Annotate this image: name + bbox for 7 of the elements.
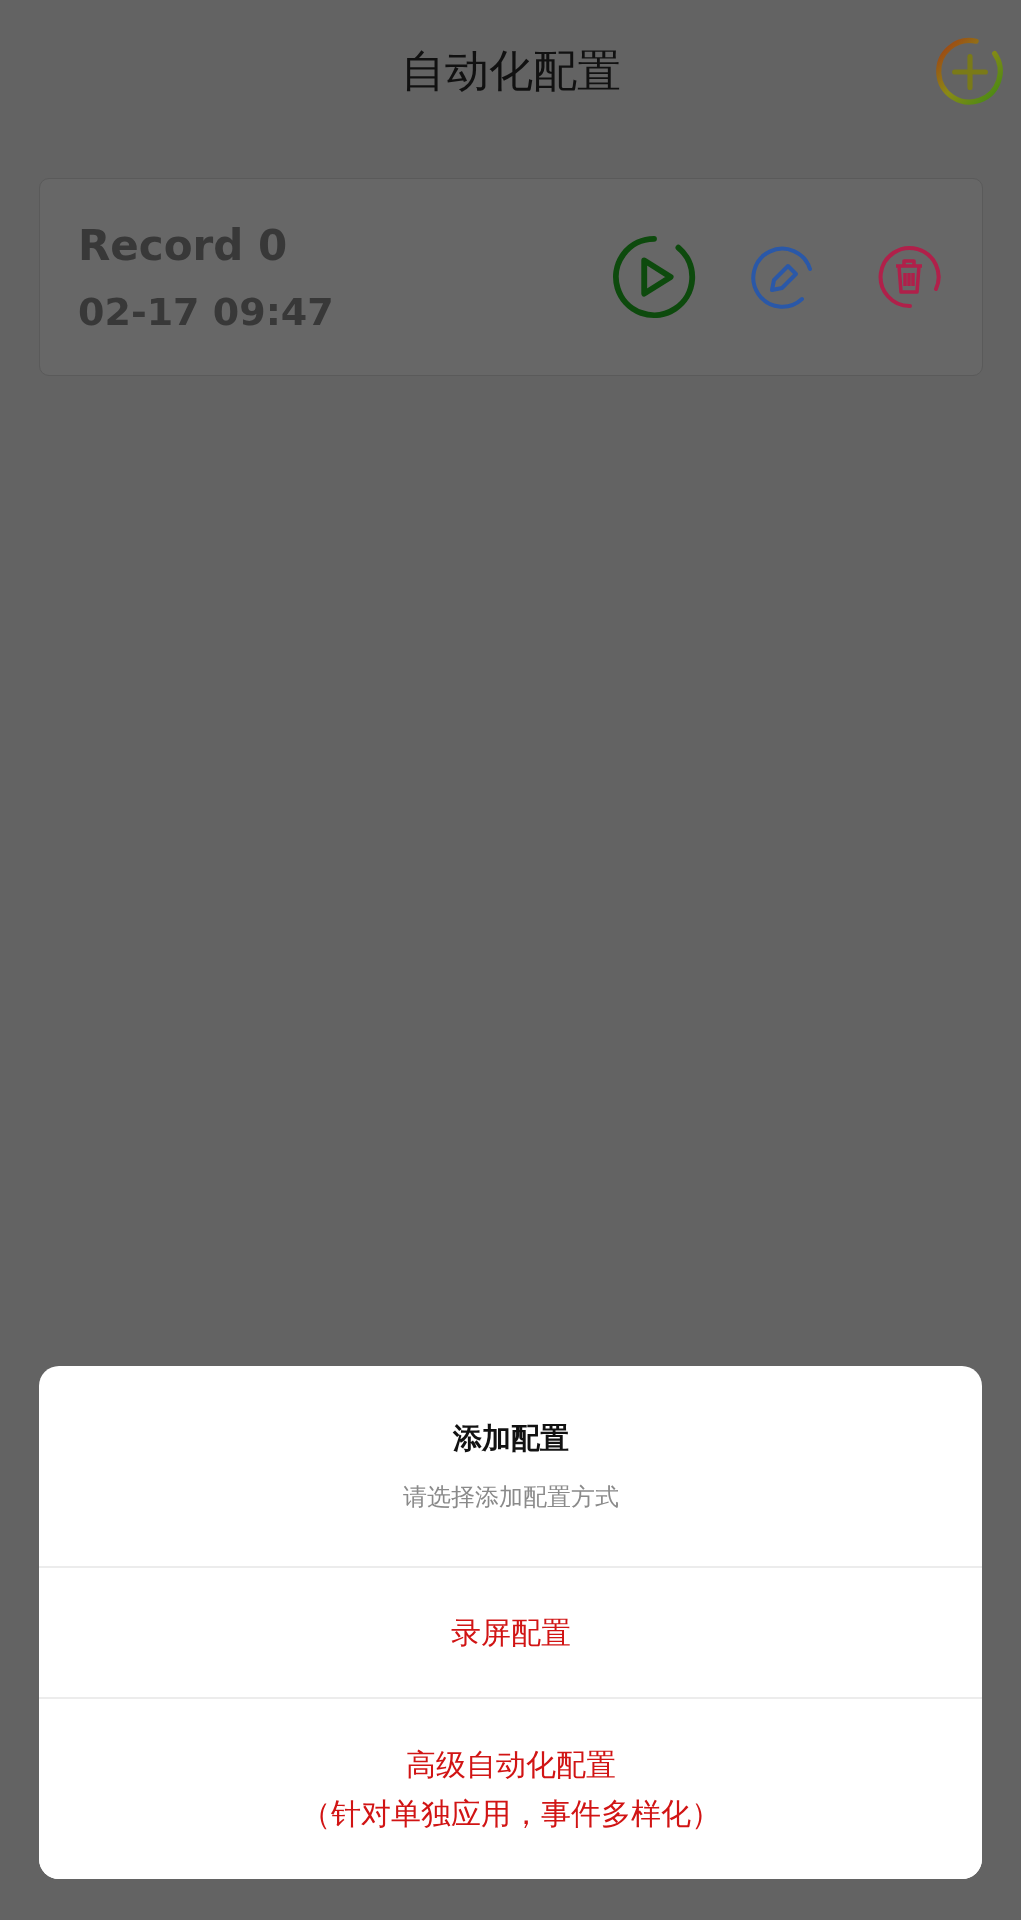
sheet-subtitle: 请选择添加配置方式 <box>402 1482 619 1513</box>
page-title: 自动化配置 <box>400 43 621 98</box>
play-button[interactable] <box>610 233 698 321</box>
sheet-title: 添加配置 <box>452 1420 569 1457</box>
play-icon <box>610 233 698 321</box>
delete-button[interactable] <box>876 244 942 310</box>
trash-icon <box>876 244 942 310</box>
